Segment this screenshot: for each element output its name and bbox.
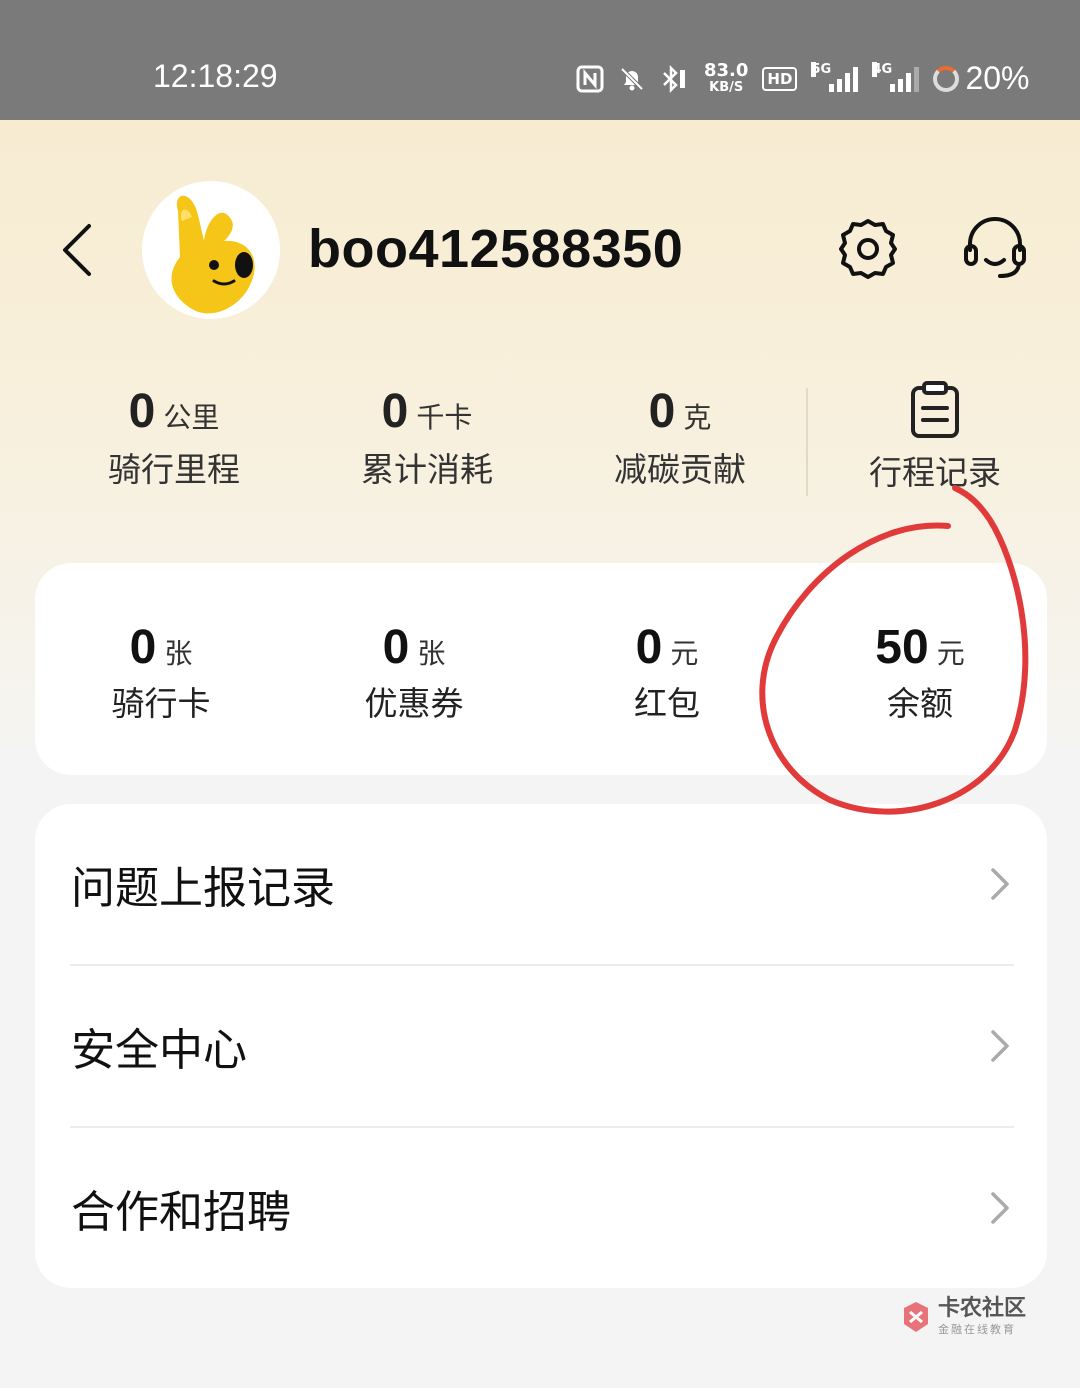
- kanong-logo-icon: [904, 1301, 928, 1332]
- battery-indicator: 20%: [933, 60, 1029, 97]
- stat-calories: 0 千卡 累计消耗: [361, 385, 493, 489]
- stat-carbon-reduction: 0克 减碳贡献: [614, 385, 746, 489]
- net-speed: 83.0 KB/S: [704, 59, 749, 95]
- avatar[interactable]: [142, 181, 280, 319]
- signal-5g-icon: 5G: [811, 61, 859, 92]
- nfc-icon: [576, 65, 604, 92]
- menu-item-issue-report-records[interactable]: 问题上报记录: [35, 804, 1047, 964]
- stats-divider: [806, 388, 808, 496]
- wallet-coupons[interactable]: 0张 优惠券: [294, 620, 534, 725]
- status-bar: 12:18:29 83.0 KB/S HD 5G 4G 20%: [0, 0, 1080, 120]
- stat-riding-distance: 0 公里 骑行里程: [108, 385, 240, 489]
- hd-icon: HD: [762, 66, 798, 91]
- menu-item-safety-center[interactable]: 安全中心: [35, 966, 1047, 1126]
- wallet-balance[interactable]: 50 元 余额: [800, 620, 1040, 725]
- bluetooth-icon: [663, 64, 685, 93]
- chevron-right-icon: [991, 1192, 1009, 1224]
- wallet-riding-card[interactable]: 0张 骑行卡: [41, 620, 281, 725]
- status-icons: 83.0 KB/S HD 5G 4G 20%: [576, 60, 1029, 97]
- chevron-right-icon: [991, 868, 1009, 900]
- watermark: 卡农社区 金融在线教育: [900, 1298, 1026, 1335]
- avatar-mascot-image: [142, 181, 280, 319]
- battery-percent: 20%: [965, 60, 1030, 96]
- trip-record-button[interactable]: 行程记录: [860, 380, 1010, 494]
- signal-4g-icon: 4G: [872, 61, 920, 92]
- wallet-red-packet[interactable]: 0元 红包: [547, 620, 787, 725]
- settings-icon[interactable]: [835, 216, 901, 282]
- battery-icon: [933, 65, 960, 92]
- username: boo412588350: [308, 219, 684, 279]
- status-time: 12:18:29: [153, 58, 278, 94]
- bell-off-icon: [620, 67, 644, 90]
- chevron-right-icon: [991, 1030, 1009, 1062]
- customer-service-icon[interactable]: [960, 216, 1030, 282]
- menu-item-cooperation-recruitment[interactable]: 合作和招聘: [35, 1128, 1047, 1288]
- back-icon[interactable]: [55, 220, 103, 280]
- clipboard-icon: [911, 381, 959, 438]
